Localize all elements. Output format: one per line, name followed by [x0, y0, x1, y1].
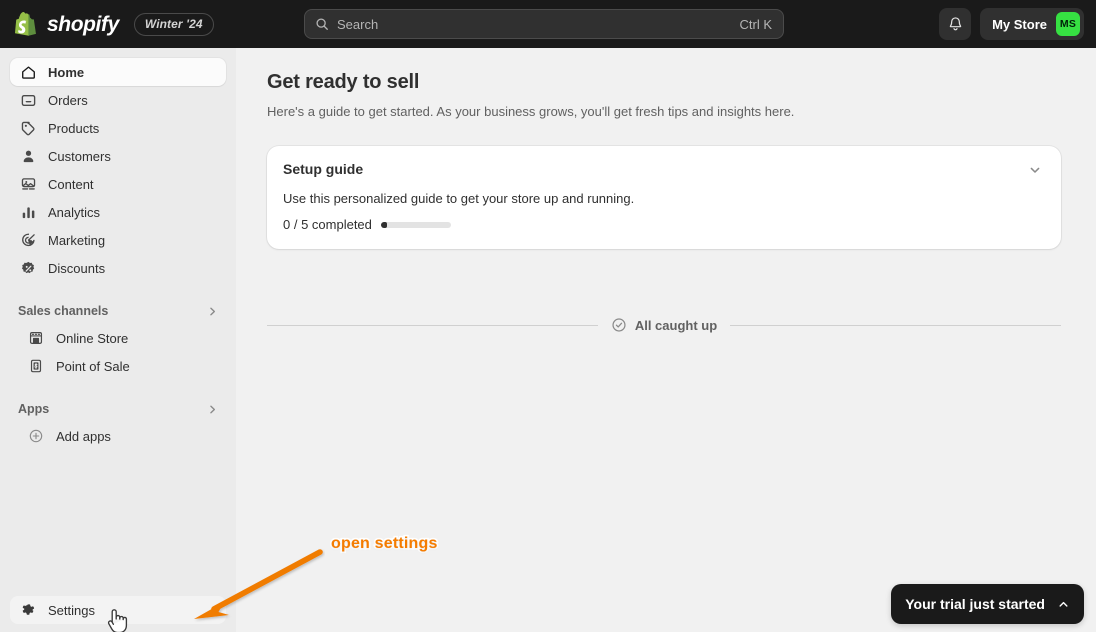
check-circle-icon [612, 318, 626, 332]
avatar: MS [1056, 12, 1080, 36]
page-title: Get ready to sell [267, 71, 420, 93]
search-shortcut-hint: Ctrl K [739, 16, 773, 32]
sidebar-item-label: Content [48, 176, 94, 192]
sidebar-item-online-store[interactable]: Online Store [10, 324, 226, 352]
section-title: Sales channels [18, 304, 109, 318]
shopify-wordmark: shopify [47, 12, 119, 36]
store-name-label: My Store [992, 16, 1047, 32]
sidebar-item-label: Analytics [48, 204, 101, 220]
sidebar-item-label: Add apps [56, 428, 111, 444]
sidebar-item-settings[interactable]: Settings [10, 596, 226, 624]
notifications-button[interactable] [939, 8, 972, 40]
sidebar-primary-nav: Home Orders Products Customers Content A… [0, 58, 236, 282]
search-placeholder: Search [337, 16, 379, 32]
bar-chart-icon [18, 202, 38, 222]
chevron-right-icon [207, 306, 218, 317]
trial-banner[interactable]: Your trial just started [891, 584, 1084, 624]
product-tag-icon [18, 118, 38, 138]
sidebar-item-marketing[interactable]: Marketing [10, 226, 226, 254]
storefront-icon [26, 328, 46, 348]
progress-label: 0 / 5 completed [283, 217, 372, 233]
store-menu-button[interactable]: My Store MS [980, 8, 1084, 40]
top-bar-actions: My Store MS [939, 8, 1084, 40]
sidebar-item-analytics[interactable]: Analytics [10, 198, 226, 226]
sidebar-item-home[interactable]: Home [10, 58, 226, 86]
home-icon [18, 62, 38, 82]
plus-circle-icon [26, 426, 46, 446]
divider-line-left [267, 324, 598, 326]
divider-line-right [730, 324, 1061, 326]
sidebar-item-label: Customers [48, 148, 111, 164]
page-subtitle: Here's a guide to get started. As your b… [267, 104, 795, 119]
search-bar[interactable]: Search Ctrl K [304, 9, 784, 39]
pos-receipt-icon [26, 356, 46, 376]
sidebar-item-label: Online Store [56, 330, 129, 346]
version-badge: Winter '24 [133, 12, 214, 36]
sidebar-item-customers[interactable]: Customers [10, 142, 226, 170]
setup-guide-card: Setup guide Use this personalized guide … [267, 146, 1061, 250]
section-title: Apps [18, 402, 50, 416]
search-input[interactable]: Search Ctrl K [304, 9, 784, 39]
shopify-logo-icon [14, 11, 38, 37]
sidebar-item-label: Orders [48, 92, 88, 108]
sidebar-item-discounts[interactable]: Discounts [10, 254, 226, 282]
chevron-down-icon [1030, 167, 1040, 173]
sidebar-section-sales-channels[interactable]: Sales channels [10, 298, 226, 324]
gear-icon [18, 600, 38, 620]
annotation-label: open settings [329, 533, 439, 553]
all-caught-up-label: All caught up [634, 317, 718, 333]
sidebar-item-label: Settings [48, 602, 95, 618]
all-caught-up-divider: All caught up [267, 317, 1061, 333]
person-icon [18, 146, 38, 166]
sidebar-item-point-of-sale[interactable]: Point of Sale [10, 352, 226, 380]
sidebar-item-orders[interactable]: Orders [10, 86, 226, 114]
setup-guide-header: Setup guide [283, 160, 1045, 182]
sidebar-item-label: Marketing [48, 232, 106, 248]
sidebar: Home Orders Products Customers Content A… [0, 48, 236, 632]
all-caught-up-label-group: All caught up [611, 317, 717, 333]
chevron-right-icon [207, 404, 218, 415]
setup-guide-progress: 0 / 5 completed [283, 218, 1045, 231]
image-content-icon [18, 174, 38, 194]
sidebar-item-label: Home [48, 64, 85, 80]
sidebar-section-apps[interactable]: Apps [10, 396, 226, 422]
chevron-up-icon [1057, 598, 1070, 611]
setup-guide-description: Use this personalized guide to get your … [283, 191, 635, 206]
discount-percent-badge-icon [18, 258, 38, 278]
sidebar-item-add-apps[interactable]: Add apps [10, 422, 226, 450]
sidebar-item-label: Products [48, 120, 100, 136]
sidebar-item-label: Point of Sale [56, 358, 130, 374]
progress-bar [380, 221, 451, 228]
orders-inbox-icon [18, 90, 38, 110]
sidebar-footer: Settings [0, 596, 236, 624]
target-cursor-icon [18, 230, 38, 250]
sidebar-item-products[interactable]: Products [10, 114, 226, 142]
sidebar-item-label: Discounts [48, 260, 106, 276]
sidebar-item-content[interactable]: Content [10, 170, 226, 198]
top-bar: shopify Winter '24 Search Ctrl K My Stor… [0, 0, 1096, 48]
search-icon [316, 18, 328, 30]
trial-banner-text: Your trial just started [905, 596, 1045, 612]
bell-icon [949, 17, 961, 31]
shopify-brand[interactable]: shopify Winter '24 [0, 0, 214, 48]
progress-fill [380, 221, 387, 228]
setup-guide-title: Setup guide [283, 161, 364, 177]
setup-guide-collapse-button[interactable] [1021, 158, 1049, 182]
